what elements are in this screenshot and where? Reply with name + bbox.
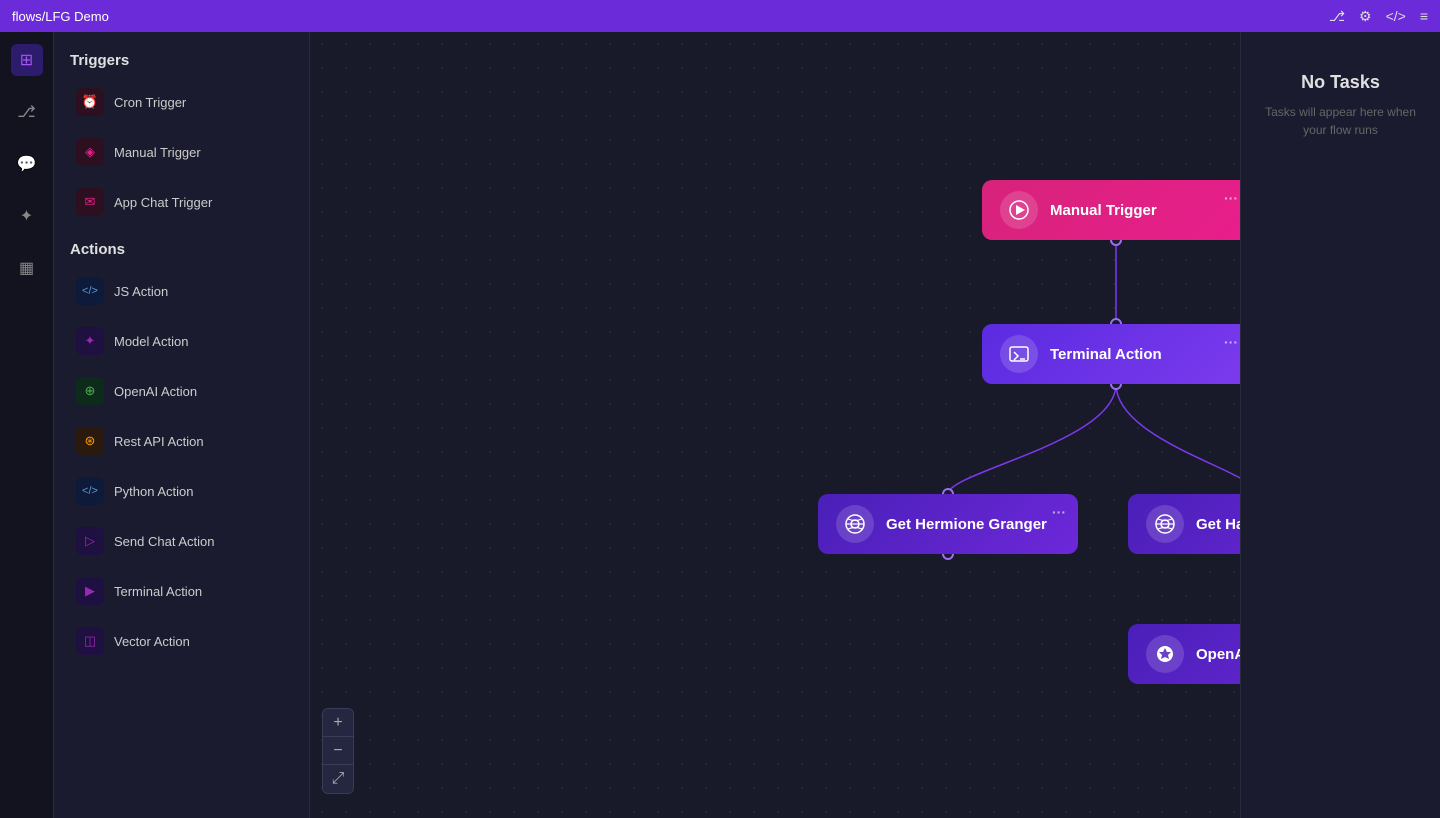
manual-trigger-icon: ◈ — [76, 138, 104, 166]
harry-node-label: Get Harry Potter — [1196, 516, 1240, 533]
gear-icon[interactable]: ≡ — [1420, 8, 1428, 24]
sidebar-item-openai-action[interactable]: ⊕ OpenAI Action — [66, 368, 297, 414]
settings-icon[interactable]: ⚙ — [1359, 8, 1372, 25]
openai-action-label: OpenAI Action — [114, 384, 197, 399]
terminal-action-icon: ▶ — [76, 577, 104, 605]
model-action-icon: ✦ — [76, 327, 104, 355]
code-icon[interactable]: </> — [1386, 8, 1406, 24]
sidebar-item-model-action[interactable]: ✦ Model Action — [66, 318, 297, 364]
terminal-action-node-icon — [1000, 335, 1038, 373]
terminal-action-node[interactable]: Terminal Action ··· — [982, 324, 1240, 384]
js-action-icon: </> — [76, 277, 104, 305]
python-action-icon: </> — [76, 477, 104, 505]
topbar-icons: ⎇ ⚙ </> ≡ — [1329, 8, 1428, 25]
manual-trigger-label: Manual Trigger — [114, 145, 201, 160]
harry-node-icon — [1146, 505, 1184, 543]
openai-node-label: OpenAI Action — [1196, 646, 1240, 663]
cron-trigger-label: Cron Trigger — [114, 95, 186, 110]
right-panel: No Tasks Tasks will appear here when you… — [1240, 32, 1440, 818]
sidebar-item-app-chat-trigger[interactable]: ✉ App Chat Trigger — [66, 179, 297, 225]
sidebar-item-send-chat-action[interactable]: ▷ Send Chat Action — [66, 518, 297, 564]
model-action-label: Model Action — [114, 334, 188, 349]
manual-trigger-node-label: Manual Trigger — [1050, 202, 1157, 219]
hermione-node-menu[interactable]: ··· — [1052, 504, 1066, 520]
sidebar-item-python-action[interactable]: </> Python Action — [66, 468, 297, 514]
zoom-controls: + − ⤢ — [322, 708, 354, 794]
right-panel-title: No Tasks — [1301, 72, 1380, 93]
cron-trigger-icon: ⏰ — [76, 88, 104, 116]
table-nav[interactable]: ▦ — [11, 252, 43, 284]
app-chat-trigger-label: App Chat Trigger — [114, 195, 212, 210]
topbar-title: flows/LFG Demo — [12, 9, 109, 24]
home-nav[interactable]: ⊞ — [11, 44, 43, 76]
send-chat-action-label: Send Chat Action — [114, 534, 214, 549]
main-area: ⊞ ⎇ 💬 ✦ ▦ Triggers ⏰ Cron Trigger ◈ Manu… — [0, 32, 1440, 818]
fork-icon[interactable]: ⎇ — [1329, 8, 1345, 25]
hermione-node[interactable]: Get Hermione Granger ··· — [818, 494, 1078, 554]
zoom-fit-button[interactable]: ⤢ — [323, 765, 353, 793]
openai-node[interactable]: OpenAI Action ··· — [1128, 624, 1240, 684]
js-action-label: JS Action — [114, 284, 168, 299]
actions-title: Actions — [66, 241, 297, 258]
plus-nav[interactable]: ✦ — [11, 200, 43, 232]
manual-trigger-node-menu[interactable]: ··· — [1224, 190, 1238, 206]
sidebar: Triggers ⏰ Cron Trigger ◈ Manual Trigger… — [54, 32, 310, 818]
vector-action-icon: ◫ — [76, 627, 104, 655]
terminal-action-node-label: Terminal Action — [1050, 346, 1162, 363]
canvas[interactable]: Manual Trigger ··· Terminal Action ··· G… — [310, 32, 1240, 818]
vector-action-label: Vector Action — [114, 634, 190, 649]
zoom-in-button[interactable]: + — [323, 709, 353, 737]
python-action-label: Python Action — [114, 484, 194, 499]
manual-trigger-node[interactable]: Manual Trigger ··· — [982, 180, 1240, 240]
rest-api-action-label: Rest API Action — [114, 434, 204, 449]
rest-api-action-icon: ⊛ — [76, 427, 104, 455]
app-chat-trigger-icon: ✉ — [76, 188, 104, 216]
sidebar-item-js-action[interactable]: </> JS Action — [66, 268, 297, 314]
manual-trigger-node-icon — [1000, 191, 1038, 229]
sidebar-item-vector-action[interactable]: ◫ Vector Action — [66, 618, 297, 664]
sidebar-item-cron-trigger[interactable]: ⏰ Cron Trigger — [66, 79, 297, 125]
sidebar-item-terminal-action[interactable]: ▶ Terminal Action — [66, 568, 297, 614]
git-nav[interactable]: ⎇ — [11, 96, 43, 128]
send-chat-action-icon: ▷ — [76, 527, 104, 555]
harry-node[interactable]: Get Harry Potter ··· — [1128, 494, 1240, 554]
topbar: flows/LFG Demo ⎇ ⚙ </> ≡ — [0, 0, 1440, 32]
terminal-action-node-menu[interactable]: ··· — [1224, 334, 1238, 350]
openai-action-icon: ⊕ — [76, 377, 104, 405]
openai-node-icon — [1146, 635, 1184, 673]
sidebar-item-manual-trigger[interactable]: ◈ Manual Trigger — [66, 129, 297, 175]
flow-connectors — [310, 32, 1240, 818]
triggers-title: Triggers — [66, 52, 297, 69]
sidebar-item-rest-api-action[interactable]: ⊛ Rest API Action — [66, 418, 297, 464]
hermione-node-label: Get Hermione Granger — [886, 516, 1047, 533]
hermione-node-icon — [836, 505, 874, 543]
zoom-out-button[interactable]: − — [323, 737, 353, 765]
right-panel-subtitle: Tasks will appear here when your flow ru… — [1241, 103, 1440, 139]
nav-icons: ⊞ ⎇ 💬 ✦ ▦ — [0, 32, 54, 818]
chat-nav[interactable]: 💬 — [11, 148, 43, 180]
terminal-action-label: Terminal Action — [114, 584, 202, 599]
